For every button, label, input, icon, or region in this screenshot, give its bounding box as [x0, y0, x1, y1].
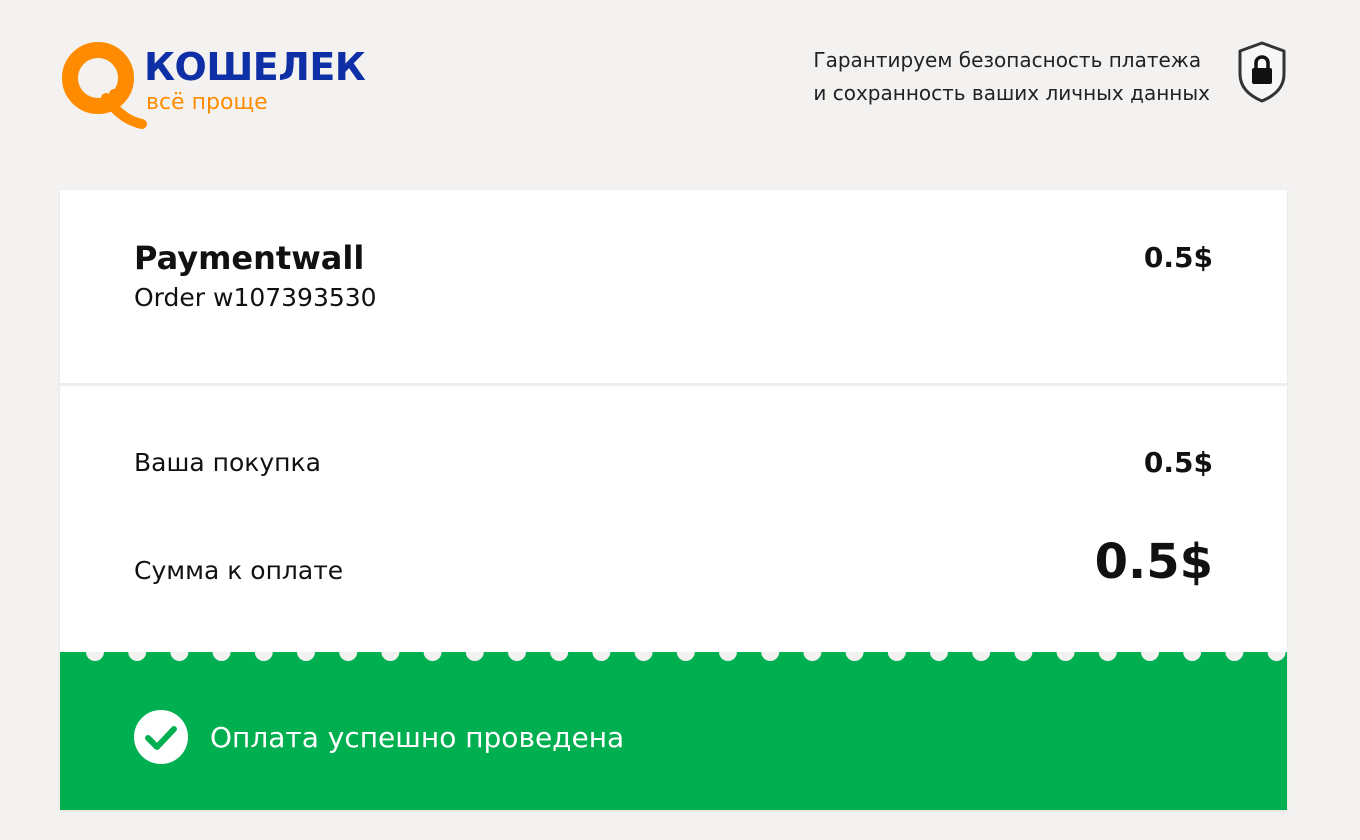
perforation-dot	[761, 652, 780, 661]
perforation-dot	[887, 652, 906, 661]
perforation-dot	[465, 652, 484, 661]
perforation-dot	[128, 652, 147, 661]
purchase-value: 0.5$	[1143, 446, 1213, 479]
payment-card: Paymentwall Order w107393530 0.5$ Ваша п…	[60, 190, 1287, 810]
perforation-dot	[170, 652, 189, 661]
perforation-dot	[1056, 652, 1075, 661]
purchase-label: Ваша покупка	[134, 448, 321, 477]
perforation-dot	[1267, 652, 1286, 661]
total-label: Сумма к оплате	[134, 556, 344, 585]
perforation-dot	[1141, 652, 1159, 661]
perforation-dot	[1183, 652, 1202, 661]
perforation-dot	[212, 652, 231, 661]
success-message: Оплата успешно проведена	[210, 721, 625, 754]
merchant-section: Paymentwall Order w107393530 0.5$	[60, 190, 1287, 386]
perforation-dot	[930, 652, 948, 661]
perforation-dot	[1225, 652, 1244, 661]
perforation-dot	[508, 652, 526, 661]
security-line-1: Гарантируем безопасность платежа	[813, 48, 1202, 72]
perforation-dot	[845, 652, 864, 661]
perforation-dot	[803, 652, 822, 661]
perforation-dot	[423, 652, 442, 661]
perforation-dot	[381, 652, 400, 661]
check-circle-icon	[134, 710, 188, 764]
perforation-dot	[1014, 652, 1033, 661]
perforation-dot	[550, 652, 569, 661]
shield-lock-icon	[1238, 41, 1286, 103]
success-banner: Оплата успешно проведена	[60, 652, 1287, 810]
brand-logo[interactable]: КОШЕЛЕК всё проще	[60, 40, 380, 130]
perforation-dot	[592, 652, 611, 661]
brand-name: КОШЕЛЕК	[144, 45, 366, 89]
brand-tagline: всё проще	[146, 90, 268, 115]
perforation-dot	[86, 652, 104, 661]
merchant-name: Paymentwall	[134, 239, 365, 277]
order-id: Order w107393530	[134, 283, 377, 312]
perforation-dot	[254, 652, 273, 661]
security-line-2: и сохранность ваших личных данных	[813, 81, 1210, 105]
perforation-dot	[634, 652, 653, 661]
perforated-edge	[86, 652, 1286, 661]
total-value: 0.5$	[1094, 534, 1213, 590]
perforation-dot	[297, 652, 315, 661]
perforation-dot	[339, 652, 358, 661]
payment-page: КОШЕЛЕК всё проще Гарантируем безопаснос…	[0, 0, 1360, 840]
perforation-dot	[972, 652, 991, 661]
perforation-dot	[719, 652, 737, 661]
perforation-dot	[1098, 652, 1117, 661]
merchant-amount: 0.5$	[1143, 241, 1213, 274]
qiwi-logo-icon	[62, 42, 147, 129]
perforation-dot	[676, 652, 695, 661]
security-notice: Гарантируем безопасность платежа и сохра…	[813, 44, 1210, 110]
